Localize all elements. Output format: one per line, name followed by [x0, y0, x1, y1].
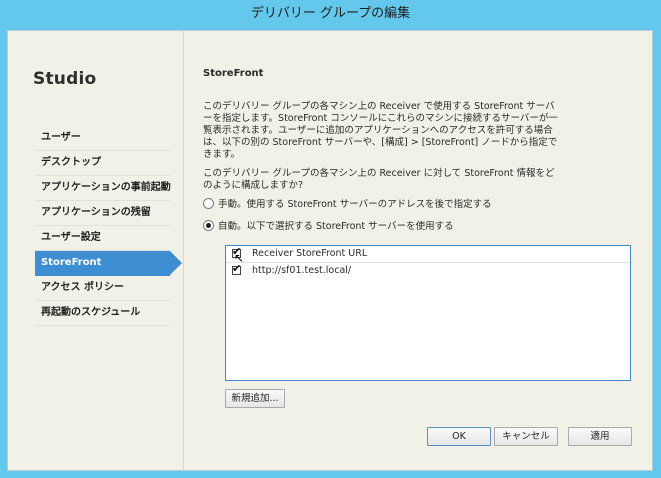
window-title: デリバリー グループの編集 — [250, 6, 411, 21]
radio-manual-label: 手動。使用する StoreFront サーバーのアドレスを後で指定する — [218, 199, 492, 210]
sidebar: Studio ユーザー デスクトップ アプリケーションの事前起動 アプリケーショ… — [8, 31, 184, 470]
radio-automatic-indicator[interactable] — [203, 220, 214, 231]
url-item-text: http://sf01.test.local/ — [252, 265, 352, 276]
url-column-header: Receiver StoreFront URL — [252, 248, 368, 259]
dialog-client-area: Studio ユーザー デスクトップ アプリケーションの事前起動 アプリケーショ… — [7, 30, 653, 471]
description-text: このデリバリー グループの各マシン上の Receiver で使用する Store… — [203, 101, 558, 160]
question-text: このデリバリー グループの各マシン上の Receiver に対して StoreF… — [203, 168, 555, 191]
edit-delivery-group-window: デリバリー グループの編集 Studio ユーザー デスクトップ アプリケーショ… — [0, 0, 661, 478]
url-list-header: ✔ Receiver StoreFront URL — [226, 246, 630, 263]
mouse-cursor-icon: ↖ — [234, 251, 245, 265]
studio-title: Studio — [33, 69, 97, 89]
apply-button[interactable]: 適用 — [568, 427, 632, 446]
radio-manual-indicator[interactable] — [203, 198, 214, 209]
sidebar-item-storefront[interactable]: StoreFront — [35, 251, 182, 276]
sidebar-item-restart-schedule[interactable]: 再起動のスケジュール — [35, 301, 170, 326]
sidebar-item-users[interactable]: ユーザー — [35, 126, 170, 151]
sidebar-nav: ユーザー デスクトップ アプリケーションの事前起動 アプリケーションの残留 ユー… — [35, 126, 182, 326]
radio-automatic-label: 自動。以下で選択する StoreFront サーバーを使用する — [218, 221, 454, 232]
section-heading: StoreFront — [203, 68, 264, 79]
sidebar-item-access-policy[interactable]: アクセス ポリシー — [35, 276, 170, 301]
sidebar-item-desktops[interactable]: デスクトップ — [35, 151, 170, 176]
add-new-button[interactable]: 新規追加... — [225, 389, 285, 408]
radio-manual[interactable]: 手動。使用する StoreFront サーバーのアドレスを後で指定する — [203, 197, 492, 213]
url-list-item[interactable]: ✔ http://sf01.test.local/ — [226, 263, 630, 279]
url-item-checkbox[interactable]: ✔ — [232, 263, 241, 275]
sidebar-item-application-prelaunch[interactable]: アプリケーションの事前起動 — [35, 176, 171, 201]
sidebar-item-user-settings[interactable]: ユーザー設定 — [35, 226, 170, 251]
ok-button[interactable]: OK — [427, 427, 491, 446]
cancel-button[interactable]: キャンセル — [494, 427, 558, 446]
main-panel: StoreFront このデリバリー グループの各マシン上の Receiver … — [183, 31, 652, 470]
sidebar-item-application-lingering[interactable]: アプリケーションの残留 — [35, 201, 170, 226]
radio-automatic[interactable]: 自動。以下で選択する StoreFront サーバーを使用する — [203, 219, 454, 235]
storefront-url-list[interactable]: ✔ Receiver StoreFront URL ✔ http://sf01.… — [225, 245, 631, 381]
